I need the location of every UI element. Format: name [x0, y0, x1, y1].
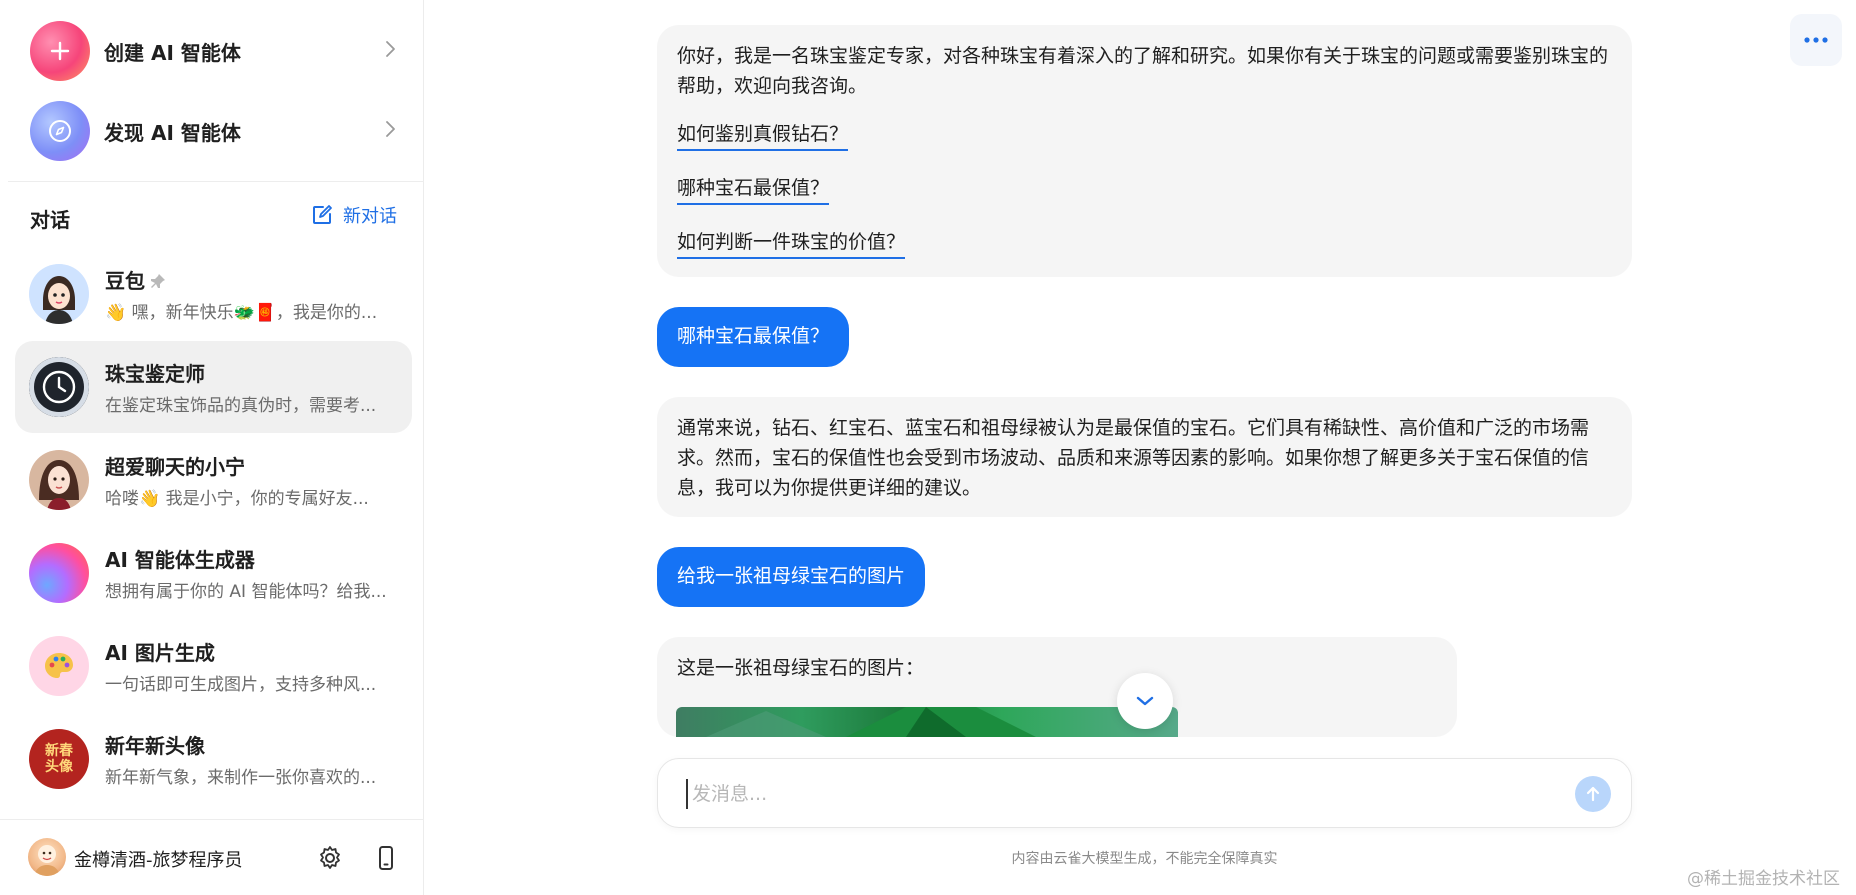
- new-year-avatar: 新春 头像: [29, 729, 89, 789]
- chat-name: 珠宝鉴定师: [105, 362, 205, 386]
- user-message: 哪种宝石最保值？: [657, 307, 850, 367]
- chat-item-agent-generator[interactable]: AI 智能体生成器 想拥有属于你的 AI 智能体吗？给我...: [15, 527, 412, 619]
- chat-preview: 在鉴定珠宝饰品的真伪时，需要考...: [105, 396, 377, 416]
- scroll-to-bottom-button[interactable]: [1117, 673, 1173, 729]
- discover-agent-label: 发现 AI 智能体: [104, 120, 241, 145]
- chat-preview: 新年新气象，来制作一张你喜欢的...: [105, 768, 377, 788]
- avatar-text: 新春 头像: [45, 743, 73, 775]
- chat-item-jewelry-appraiser[interactable]: 珠宝鉴定师 在鉴定珠宝饰品的真伪时，需要考...: [15, 341, 412, 433]
- chat-name: AI 智能体生成器: [105, 548, 255, 572]
- avatar: [29, 450, 89, 510]
- chat-name: AI 图片生成: [105, 641, 215, 665]
- bot-message-greeting: 你好，我是一名珠宝鉴定专家，对各种珠宝有着深入的了解和研究。如果你有关于珠宝的问…: [657, 25, 1632, 277]
- message-composer[interactable]: [657, 758, 1632, 828]
- more-options-button[interactable]: [1790, 14, 1842, 66]
- suggestion-link[interactable]: 哪种宝石最保值？: [677, 174, 830, 205]
- avatar: [29, 264, 89, 324]
- send-button[interactable]: [1575, 776, 1611, 812]
- chat-name: 新年新头像: [105, 734, 205, 758]
- chat-name: 超爱聊天的小宁: [105, 455, 245, 479]
- suggestion-link[interactable]: 如何鉴别真假钻石？: [677, 120, 849, 151]
- ellipsis-icon: [1804, 37, 1828, 43]
- bot-message-answer: 通常来说，钻石、红宝石、蓝宝石和祖母绿被认为是最保值的宝石。它们具有稀缺性、高价…: [657, 397, 1632, 517]
- chevron-right-icon: [384, 39, 398, 63]
- message-text: 给我一张祖母绿宝石的图片: [677, 565, 906, 587]
- create-agent-label: 创建 AI 智能体: [104, 40, 241, 65]
- chat-preview: 一句话即可生成图片，支持多种风...: [105, 675, 377, 695]
- chat-item-xiaoning[interactable]: 超爱聊天的小宁 哈喽👋 我是小宁，你的专属好友...: [15, 434, 412, 526]
- discover-agent-link[interactable]: 发现 AI 智能体: [0, 92, 424, 170]
- avatar: [29, 357, 89, 417]
- message-text: 通常来说，钻石、红宝石、蓝宝石和祖母绿被认为是最保值的宝石。它们具有稀缺性、高价…: [677, 417, 1590, 499]
- conversations-title: 对话: [30, 208, 70, 232]
- arrow-up-icon: [1586, 786, 1600, 802]
- emerald-image[interactable]: [676, 707, 1178, 737]
- settings-gear-icon[interactable]: [316, 844, 344, 872]
- new-chat-label: 新对话: [343, 206, 397, 227]
- conversations-header: 对话 新对话: [30, 200, 397, 232]
- chat-item-image-generation[interactable]: AI 图片生成 一句话即可生成图片，支持多种风...: [15, 620, 412, 712]
- chat-preview: 哈喽👋 我是小宁，你的专属好友...: [105, 489, 369, 509]
- user-avatar[interactable]: [28, 838, 66, 876]
- chat-name: 豆包: [105, 265, 167, 295]
- sidebar: 创建 AI 智能体 发现 AI 智能体 对话 新对话 豆包 👋 嘿，新年快乐🐲🧧…: [0, 0, 424, 895]
- message-text: 这是一张祖母绿宝石的图片：: [677, 657, 925, 679]
- sidebar-footer: 金樽清酒-旅梦程序员: [0, 819, 424, 895]
- watermark: @稀土掘金技术社区: [1687, 869, 1840, 889]
- chevron-down-icon: [1136, 696, 1154, 706]
- disclaimer-text: 内容由云雀大模型生成，不能完全保障真实: [1011, 851, 1278, 867]
- gradient-orb-icon: [29, 543, 89, 603]
- edit-icon: [313, 205, 332, 224]
- sidebar-divider: [8, 181, 424, 182]
- pin-icon: [149, 271, 167, 295]
- user-message: 给我一张祖母绿宝石的图片: [657, 547, 926, 607]
- suggestion-link[interactable]: 如何判断一件珠宝的价值？: [677, 228, 906, 259]
- user-name: 金樽清酒-旅梦程序员: [74, 850, 243, 871]
- mobile-phone-icon[interactable]: [372, 844, 400, 872]
- chat-preview: 想拥有属于你的 AI 智能体吗？给我...: [105, 582, 387, 602]
- chevron-right-icon: [384, 119, 398, 143]
- app-window: 创建 AI 智能体 发现 AI 智能体 对话 新对话 豆包 👋 嘿，新年快乐🐲🧧…: [0, 0, 1856, 895]
- message-text: 你好，我是一名珠宝鉴定专家，对各种珠宝有着深入的了解和研究。如果你有关于珠宝的问…: [677, 45, 1609, 97]
- compass-icon: [30, 101, 90, 161]
- palette-icon: [29, 636, 89, 696]
- chat-preview: 👋 嘿，新年快乐🐲🧧，我是你的...: [105, 303, 378, 323]
- new-chat-button[interactable]: 新对话: [311, 202, 397, 228]
- plus-icon: [30, 21, 90, 81]
- chat-item-doubao[interactable]: 豆包 👋 嘿，新年快乐🐲🧧，我是你的...: [15, 248, 412, 340]
- message-text: 哪种宝石最保值？: [677, 325, 830, 347]
- chat-item-new-year-avatar[interactable]: 新春 头像 新年新头像 新年新气象，来制作一张你喜欢的...: [15, 713, 412, 805]
- create-agent-link[interactable]: 创建 AI 智能体: [0, 12, 424, 90]
- message-input[interactable]: [686, 779, 1546, 809]
